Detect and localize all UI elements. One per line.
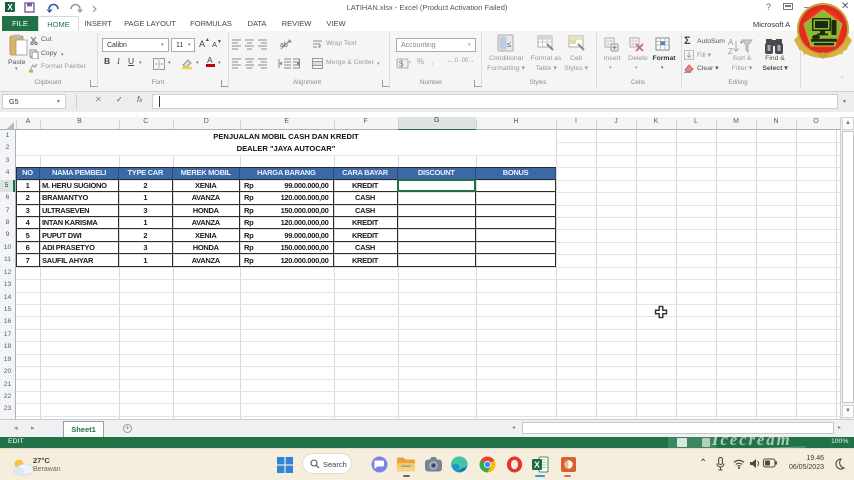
svg-text:X: X (534, 460, 540, 470)
svg-text:≤: ≤ (507, 40, 512, 49)
svg-text:$: $ (399, 60, 404, 69)
svg-text:A: A (728, 38, 734, 47)
svg-text:X: X (7, 3, 13, 12)
svg-text:ab: ab (280, 42, 288, 49)
